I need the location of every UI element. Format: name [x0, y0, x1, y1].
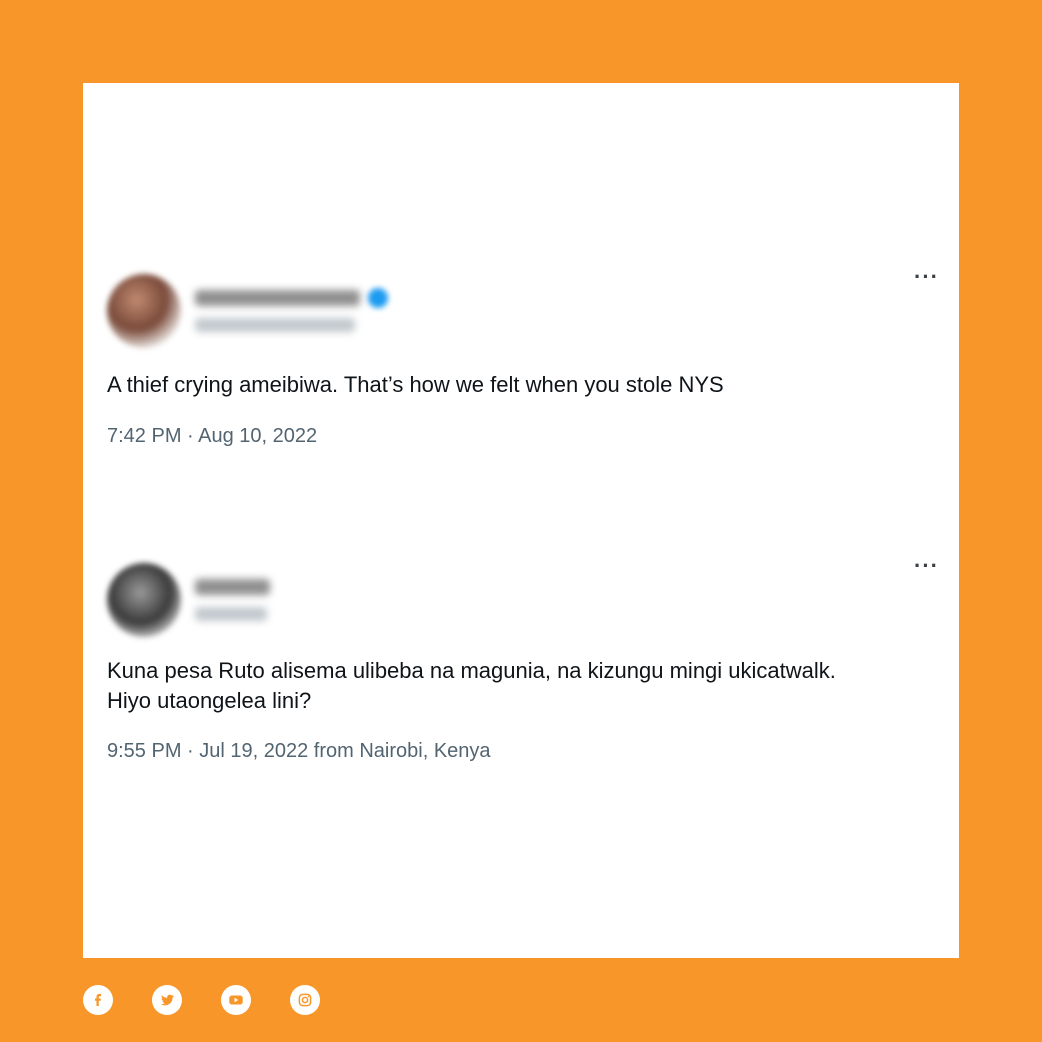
avatar[interactable]: [107, 563, 181, 637]
more-options-icon[interactable]: ···: [914, 555, 939, 577]
instagram-icon[interactable]: [290, 985, 320, 1015]
tweet-timestamp[interactable]: 9:55 PM · Jul 19, 2022 from Nairobi, Ken…: [107, 740, 491, 763]
tweet-text: A thief crying ameibiwa. That’s how we f…: [107, 372, 724, 397]
handle-blurred[interactable]: [195, 607, 267, 621]
facebook-icon[interactable]: [83, 985, 113, 1015]
tweet-card-container: ··· A thief crying ameibiwa. That’s how …: [83, 83, 959, 958]
display-name-blurred[interactable]: [195, 579, 270, 595]
social-links: [83, 985, 320, 1015]
tweet-timestamp[interactable]: 7:42 PM · Aug 10, 2022: [107, 425, 317, 448]
verified-badge-icon: [368, 288, 388, 308]
more-options-icon[interactable]: ···: [914, 266, 939, 288]
display-name-blurred[interactable]: [195, 290, 360, 306]
youtube-icon[interactable]: [221, 985, 251, 1015]
avatar[interactable]: [107, 274, 181, 348]
handle-blurred[interactable]: [195, 318, 355, 332]
tweet-text: Kuna pesa Ruto alisema ulibeba na maguni…: [107, 658, 836, 713]
twitter-icon[interactable]: [152, 985, 182, 1015]
